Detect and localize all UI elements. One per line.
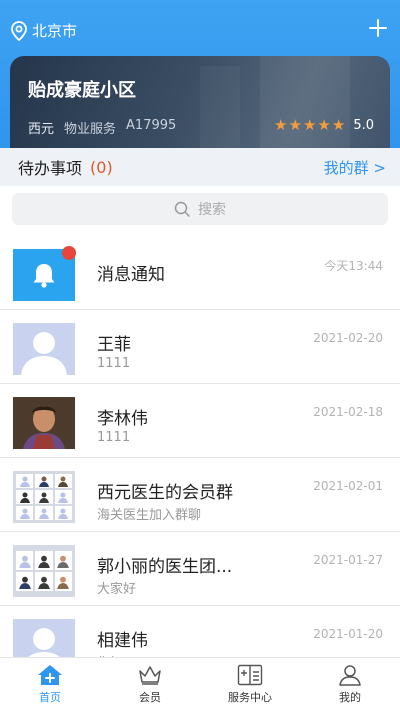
service-icon <box>237 664 263 686</box>
conversation-message: 1111 <box>97 356 131 371</box>
card-background-shape <box>260 56 350 148</box>
member-thumb <box>16 506 34 520</box>
member-thumb <box>35 572 53 591</box>
member-thumb <box>16 490 34 504</box>
group-avatar <box>13 545 75 597</box>
conversation-name: 相建伟 <box>97 631 148 651</box>
list-item[interactable]: 西元医生的会员群 海关医生加入群聊 2021-02-01 <box>0 458 400 532</box>
bottom-tab-bar: 首页 会员 服务中心 我的 <box>0 657 400 711</box>
location-selector[interactable]: 北京市 <box>10 20 77 41</box>
conversation-date: 2021-02-20 <box>313 331 383 345</box>
conversation-name: 西元医生的会员群 <box>97 483 233 503</box>
list-item[interactable]: 消息通知 今天13:44 <box>0 236 400 310</box>
tab-label: 会员 <box>139 691 161 704</box>
default-person-icon <box>21 332 67 375</box>
city-label: 北京市 <box>32 22 78 40</box>
search-placeholder: 搜索 <box>198 202 226 218</box>
list-item[interactable]: 李林伟 1111 2021-02-18 <box>0 384 400 458</box>
member-thumb <box>35 474 53 488</box>
conversation-name: 郭小丽的医生团... <box>97 557 233 577</box>
avatar <box>13 323 75 375</box>
tab-membership[interactable]: 会员 <box>100 658 200 711</box>
home-icon <box>38 665 62 685</box>
tab-home[interactable]: 首页 <box>0 658 100 711</box>
community-name: 贻成豪庭小区 <box>28 80 136 101</box>
card-background-shape <box>200 66 240 148</box>
todo-count: (0) <box>90 157 113 177</box>
star-icon: ★ <box>302 116 317 134</box>
group-avatar <box>13 471 75 523</box>
member-thumb <box>54 474 72 488</box>
plus-icon <box>369 19 387 37</box>
member-thumb <box>16 551 34 570</box>
community-area: 西元 <box>28 122 55 137</box>
community-code: A17995 <box>126 118 177 133</box>
add-button[interactable] <box>368 18 388 42</box>
conversation-list: 消息通知 今天13:44 王菲 1111 2021-02-20 李林伟 1111… <box>0 236 400 680</box>
community-service: 物业服务 <box>64 122 117 137</box>
location-pin-icon <box>11 20 27 41</box>
conversation-date: 2021-02-18 <box>313 405 383 419</box>
member-thumb <box>54 572 72 591</box>
todo-label: 待办事项 <box>18 159 83 178</box>
crown-icon <box>139 666 161 685</box>
todo-bar[interactable]: 待办事项 (0) 我的群 > <box>0 148 400 186</box>
unread-badge <box>62 246 76 260</box>
tab-label: 首页 <box>39 691 61 704</box>
tab-label: 我的 <box>339 691 361 704</box>
conversation-date: 2021-01-20 <box>313 627 383 641</box>
conversation-date: 2021-02-01 <box>313 479 383 493</box>
member-thumb <box>35 551 53 570</box>
conversation-date: 今天13:44 <box>324 259 383 273</box>
my-groups-link[interactable]: 我的群 > <box>324 157 386 178</box>
search-input[interactable]: 搜索 <box>12 193 388 225</box>
list-item[interactable]: 王菲 1111 2021-02-20 <box>0 310 400 384</box>
list-item[interactable]: 郭小丽的医生团... 大家好 2021-01-27 <box>0 532 400 606</box>
member-thumb <box>16 474 34 488</box>
person-photo <box>13 397 75 449</box>
tab-service-center[interactable]: 服务中心 <box>200 658 300 711</box>
member-thumb <box>16 572 34 591</box>
conversation-name: 消息通知 <box>97 265 165 285</box>
conversation-message: 1111 <box>97 430 131 445</box>
user-icon <box>339 665 361 686</box>
star-icon: ★ <box>317 116 331 134</box>
community-card[interactable]: 贻成豪庭小区 西元 物业服务 A17995 ★ ★ ★ ★ ★ 5.0 <box>10 56 390 148</box>
avatar <box>13 397 75 449</box>
conversation-name: 王菲 <box>97 335 131 355</box>
header-bar: 北京市 贻成豪庭小区 西元 物业服务 A17995 ★ ★ ★ ★ ★ 5.0 <box>0 0 400 148</box>
rating-score: 5.0 <box>353 117 374 133</box>
star-icon: ★ <box>331 116 346 134</box>
conversation-message: 大家好 <box>97 582 137 597</box>
member-thumb <box>54 506 72 520</box>
member-thumb <box>35 490 53 504</box>
conversation-message: 海关医生加入群聊 <box>97 508 202 523</box>
conversation-date: 2021-01-27 <box>313 553 383 567</box>
star-icon: ★ <box>274 116 288 134</box>
rating: ★ ★ ★ ★ ★ 5.0 <box>273 116 374 134</box>
tab-profile[interactable]: 我的 <box>300 658 400 711</box>
conversation-name: 李林伟 <box>97 409 148 429</box>
star-icon: ★ <box>288 116 302 134</box>
bell-icon <box>33 264 55 288</box>
member-thumb <box>54 490 72 504</box>
member-thumb <box>54 551 72 570</box>
tab-label: 服务中心 <box>228 691 272 704</box>
search-icon <box>174 201 190 217</box>
member-thumb <box>35 506 53 520</box>
community-meta: 西元 物业服务 A17995 <box>28 118 186 137</box>
